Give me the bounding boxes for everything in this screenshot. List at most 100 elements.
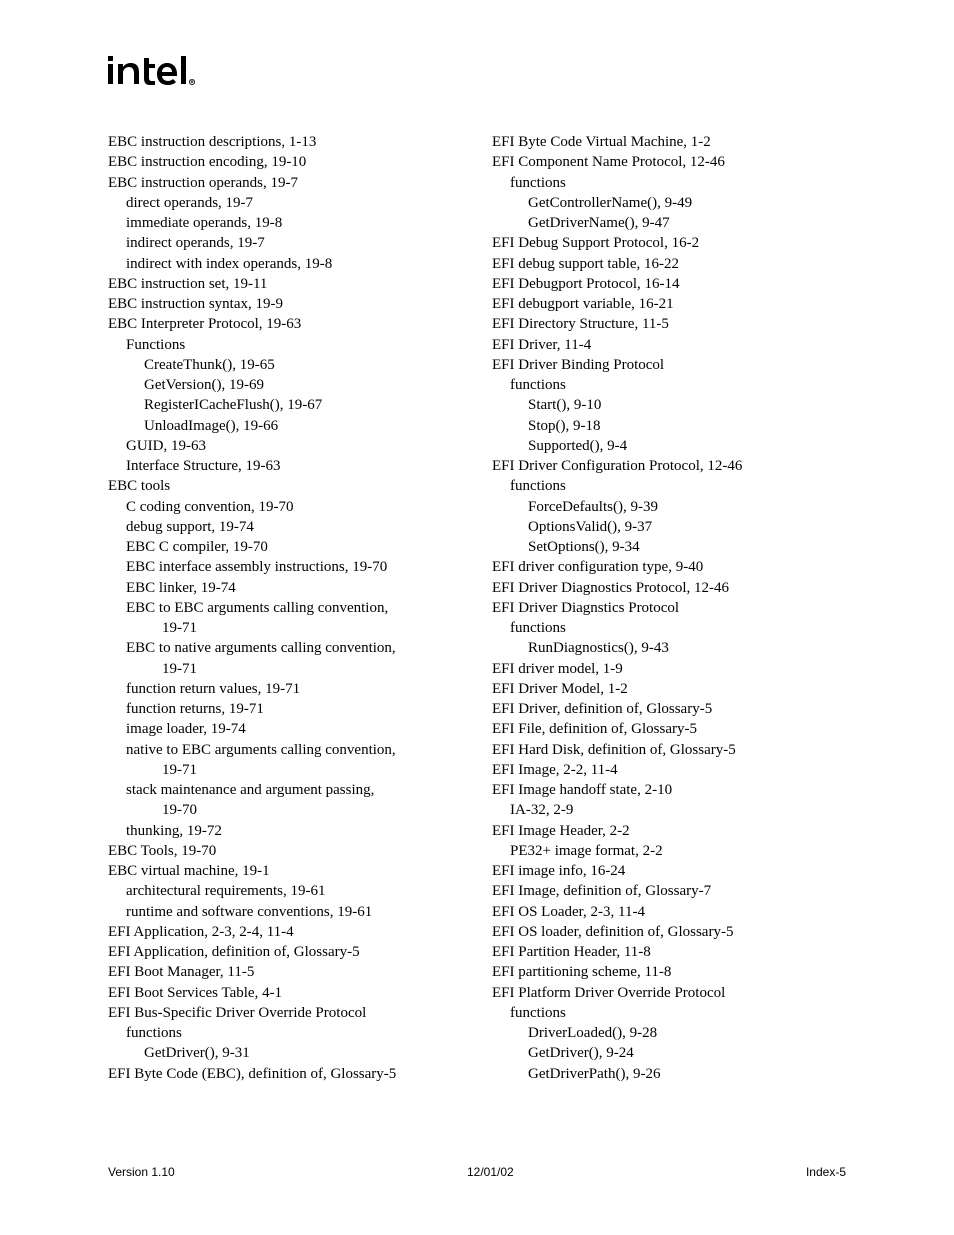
index-entry: GetDriverPath(), 9-26 [492, 1064, 846, 1084]
index-entry: EFI partitioning scheme, 11-8 [492, 962, 846, 982]
index-entry: SetOptions(), 9-34 [492, 537, 846, 557]
index-entry: IA-32, 2-9 [492, 800, 846, 820]
index-entry: EBC Interpreter Protocol, 19-63 [108, 314, 462, 334]
index-entry: 19-70 [108, 800, 462, 820]
index-entry: EFI File, definition of, Glossary-5 [492, 719, 846, 739]
index-entry: GetDriver(), 9-24 [492, 1043, 846, 1063]
index-entry: EFI Application, 2-3, 2-4, 11-4 [108, 922, 462, 942]
index-entry: EFI Boot Manager, 11-5 [108, 962, 462, 982]
index-entry: functions [492, 173, 846, 193]
index-entry: RegisterICacheFlush(), 19-67 [108, 395, 462, 415]
index-entry: EFI Hard Disk, definition of, Glossary-5 [492, 740, 846, 760]
index-entry: EBC instruction encoding, 19-10 [108, 152, 462, 172]
index-columns: EBC instruction descriptions, 1-13EBC in… [108, 132, 846, 1084]
index-entry: EFI OS loader, definition of, Glossary-5 [492, 922, 846, 942]
index-entry: EFI image info, 16-24 [492, 861, 846, 881]
index-entry: Interface Structure, 19-63 [108, 456, 462, 476]
index-entry: functions [492, 1003, 846, 1023]
index-entry: GUID, 19-63 [108, 436, 462, 456]
index-entry: Stop(), 9-18 [492, 416, 846, 436]
index-entry: EBC C compiler, 19-70 [108, 537, 462, 557]
index-entry: EBC to EBC arguments calling convention, [108, 598, 462, 618]
index-entry: Supported(), 9-4 [492, 436, 846, 456]
index-entry: EFI Component Name Protocol, 12-46 [492, 152, 846, 172]
index-entry: EFI Image, definition of, Glossary-7 [492, 881, 846, 901]
intel-logo [108, 56, 846, 92]
index-entry: EBC Tools, 19-70 [108, 841, 462, 861]
index-entry: EFI Image handoff state, 2-10 [492, 780, 846, 800]
index-entry: EBC linker, 19-74 [108, 578, 462, 598]
footer-center: 12/01/02 [467, 1165, 514, 1179]
index-entry: EFI Partition Header, 11-8 [492, 942, 846, 962]
index-entry: 19-71 [108, 659, 462, 679]
index-entry: EBC to native arguments calling conventi… [108, 638, 462, 658]
index-entry: GetDriver(), 9-31 [108, 1043, 462, 1063]
index-entry: EFI Driver Binding Protocol [492, 355, 846, 375]
index-entry: architectural requirements, 19-61 [108, 881, 462, 901]
index-entry: C coding convention, 19-70 [108, 497, 462, 517]
index-entry: GetControllerName(), 9-49 [492, 193, 846, 213]
index-entry: EFI Driver Diagnstics Protocol [492, 598, 846, 618]
index-column-left: EBC instruction descriptions, 1-13EBC in… [108, 132, 462, 1084]
index-entry: GetVersion(), 19-69 [108, 375, 462, 395]
index-entry: 19-71 [108, 618, 462, 638]
index-entry: debug support, 19-74 [108, 517, 462, 537]
index-entry: EFI Boot Services Table, 4-1 [108, 983, 462, 1003]
index-entry: EFI Driver, definition of, Glossary-5 [492, 699, 846, 719]
index-entry: Functions [108, 335, 462, 355]
index-entry: EBC instruction set, 19-11 [108, 274, 462, 294]
index-entry: EBC tools [108, 476, 462, 496]
index-entry: indirect with index operands, 19-8 [108, 254, 462, 274]
index-entry: EFI Driver, 11-4 [492, 335, 846, 355]
index-entry: PE32+ image format, 2-2 [492, 841, 846, 861]
index-column-right: EFI Byte Code Virtual Machine, 1-2EFI Co… [492, 132, 846, 1084]
index-entry: EFI OS Loader, 2-3, 11-4 [492, 902, 846, 922]
index-entry: EBC instruction descriptions, 1-13 [108, 132, 462, 152]
index-entry: CreateThunk(), 19-65 [108, 355, 462, 375]
index-entry: GetDriverName(), 9-47 [492, 213, 846, 233]
index-entry: functions [492, 375, 846, 395]
index-entry: 19-71 [108, 760, 462, 780]
page-footer: Version 1.10 12/01/02 Index-5 [108, 1165, 846, 1179]
index-entry: EFI Image, 2-2, 11-4 [492, 760, 846, 780]
page-content: EBC instruction descriptions, 1-13EBC in… [0, 0, 954, 1084]
index-entry: runtime and software conventions, 19-61 [108, 902, 462, 922]
index-entry: ForceDefaults(), 9-39 [492, 497, 846, 517]
index-entry: EFI Driver Diagnostics Protocol, 12-46 [492, 578, 846, 598]
index-entry: image loader, 19-74 [108, 719, 462, 739]
index-entry: EFI Byte Code (EBC), definition of, Glos… [108, 1064, 462, 1084]
index-entry: functions [492, 618, 846, 638]
index-entry: EFI Bus-Specific Driver Override Protoco… [108, 1003, 462, 1023]
index-entry: EFI Platform Driver Override Protocol [492, 983, 846, 1003]
index-entry: EFI debugport variable, 16-21 [492, 294, 846, 314]
index-entry: EFI Image Header, 2-2 [492, 821, 846, 841]
index-entry: RunDiagnostics(), 9-43 [492, 638, 846, 658]
index-entry: EBC virtual machine, 19-1 [108, 861, 462, 881]
index-entry: function returns, 19-71 [108, 699, 462, 719]
index-entry: EBC instruction syntax, 19-9 [108, 294, 462, 314]
index-entry: EBC instruction operands, 19-7 [108, 173, 462, 193]
footer-right: Index-5 [806, 1165, 846, 1179]
index-entry: direct operands, 19-7 [108, 193, 462, 213]
index-entry: thunking, 19-72 [108, 821, 462, 841]
index-entry: EFI Application, definition of, Glossary… [108, 942, 462, 962]
index-entry: Start(), 9-10 [492, 395, 846, 415]
index-entry: EFI Directory Structure, 11-5 [492, 314, 846, 334]
index-entry: native to EBC arguments calling conventi… [108, 740, 462, 760]
index-entry: OptionsValid(), 9-37 [492, 517, 846, 537]
index-entry: immediate operands, 19-8 [108, 213, 462, 233]
index-entry: functions [492, 476, 846, 496]
index-entry: function return values, 19-71 [108, 679, 462, 699]
index-entry: EFI debug support table, 16-22 [492, 254, 846, 274]
footer-left: Version 1.10 [108, 1165, 175, 1179]
index-entry: stack maintenance and argument passing, [108, 780, 462, 800]
index-entry: indirect operands, 19-7 [108, 233, 462, 253]
index-entry: EFI driver model, 1-9 [492, 659, 846, 679]
index-entry: UnloadImage(), 19-66 [108, 416, 462, 436]
index-entry: EFI Driver Configuration Protocol, 12-46 [492, 456, 846, 476]
index-entry: EFI Driver Model, 1-2 [492, 679, 846, 699]
index-entry: EFI Byte Code Virtual Machine, 1-2 [492, 132, 846, 152]
index-entry: functions [108, 1023, 462, 1043]
index-entry: EFI driver configuration type, 9-40 [492, 557, 846, 577]
index-entry: EFI Debugport Protocol, 16-14 [492, 274, 846, 294]
